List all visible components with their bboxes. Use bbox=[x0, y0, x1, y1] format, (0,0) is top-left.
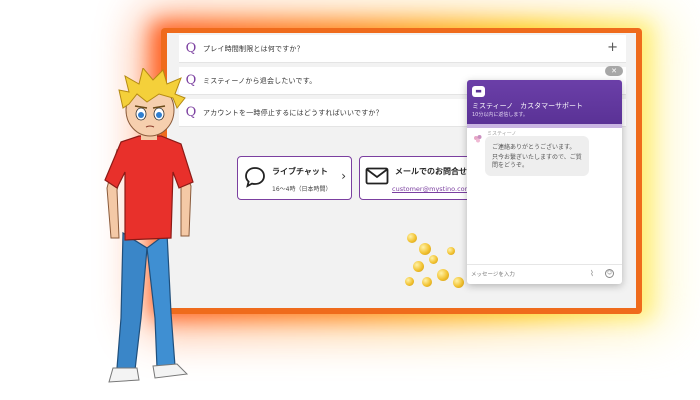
chevron-right-icon: › bbox=[341, 169, 346, 183]
emoji-icon[interactable]: ☺ bbox=[605, 269, 614, 278]
chat-header-strip bbox=[467, 124, 622, 128]
speech-bubble-icon bbox=[245, 167, 265, 188]
email-card[interactable]: メールでのお問合せ customer@mystino.com bbox=[359, 156, 474, 200]
bot-avatar bbox=[474, 135, 482, 143]
live-chat-card[interactable]: ライブチャット 16〜4時（日本時間） › bbox=[237, 156, 352, 200]
live-chat-hours: 16〜4時（日本時間） bbox=[272, 186, 332, 193]
faq-question: ミスティーノから退会したいです。 bbox=[203, 76, 317, 85]
chat-header: ▬ ミスティーノ カスタマーサポート 10分以内に返信します。 bbox=[467, 80, 622, 124]
chat-widget: ▬ ミスティーノ カスタマーサポート 10分以内に返信します。 ミスティーノ ご… bbox=[467, 80, 622, 284]
chat-input-bar: ⌇ ☺ bbox=[467, 264, 622, 284]
chat-title: ミスティーノ カスタマーサポート bbox=[472, 102, 584, 110]
stage: Q プレイ時間制限とは何ですか？ + Q ミスティーノから退会したいです。 Q … bbox=[0, 0, 700, 400]
faq-question: プレイ時間制限とは何ですか？ bbox=[203, 44, 304, 53]
paperclip-icon[interactable]: ⌇ bbox=[590, 269, 594, 278]
chat-bubble-icon: ▬ bbox=[472, 86, 485, 97]
chat-message-bubble: ご連絡ありがとうございます。 只今お繋ぎいたしますので、ご質問をどうぞ。 bbox=[485, 136, 589, 176]
chat-message: 只今お繋ぎいたしますので、ご質問をどうぞ。 bbox=[492, 154, 582, 169]
email-address-link[interactable]: customer@mystino.com bbox=[392, 185, 471, 193]
envelope-icon bbox=[365, 167, 389, 185]
chat-message: ご連絡ありがとうございます。 bbox=[492, 144, 576, 151]
faq-item-play-time-limit[interactable]: Q プレイ時間制限とは何ですか？ + bbox=[179, 35, 626, 63]
close-icon[interactable]: ✕ bbox=[605, 66, 623, 76]
chat-message-input[interactable] bbox=[471, 269, 581, 281]
q-icon: Q bbox=[185, 41, 197, 56]
faq-question: アカウントを一時停止するにはどうすればいいですか？ bbox=[203, 108, 383, 117]
email-title: メールでのお問合せ bbox=[395, 167, 467, 176]
chat-status: 10分以内に返信します。 bbox=[472, 112, 528, 118]
expand-icon[interactable]: + bbox=[607, 40, 618, 55]
live-chat-title: ライブチャット bbox=[272, 167, 328, 176]
anime-boy-character bbox=[104, 68, 194, 383]
